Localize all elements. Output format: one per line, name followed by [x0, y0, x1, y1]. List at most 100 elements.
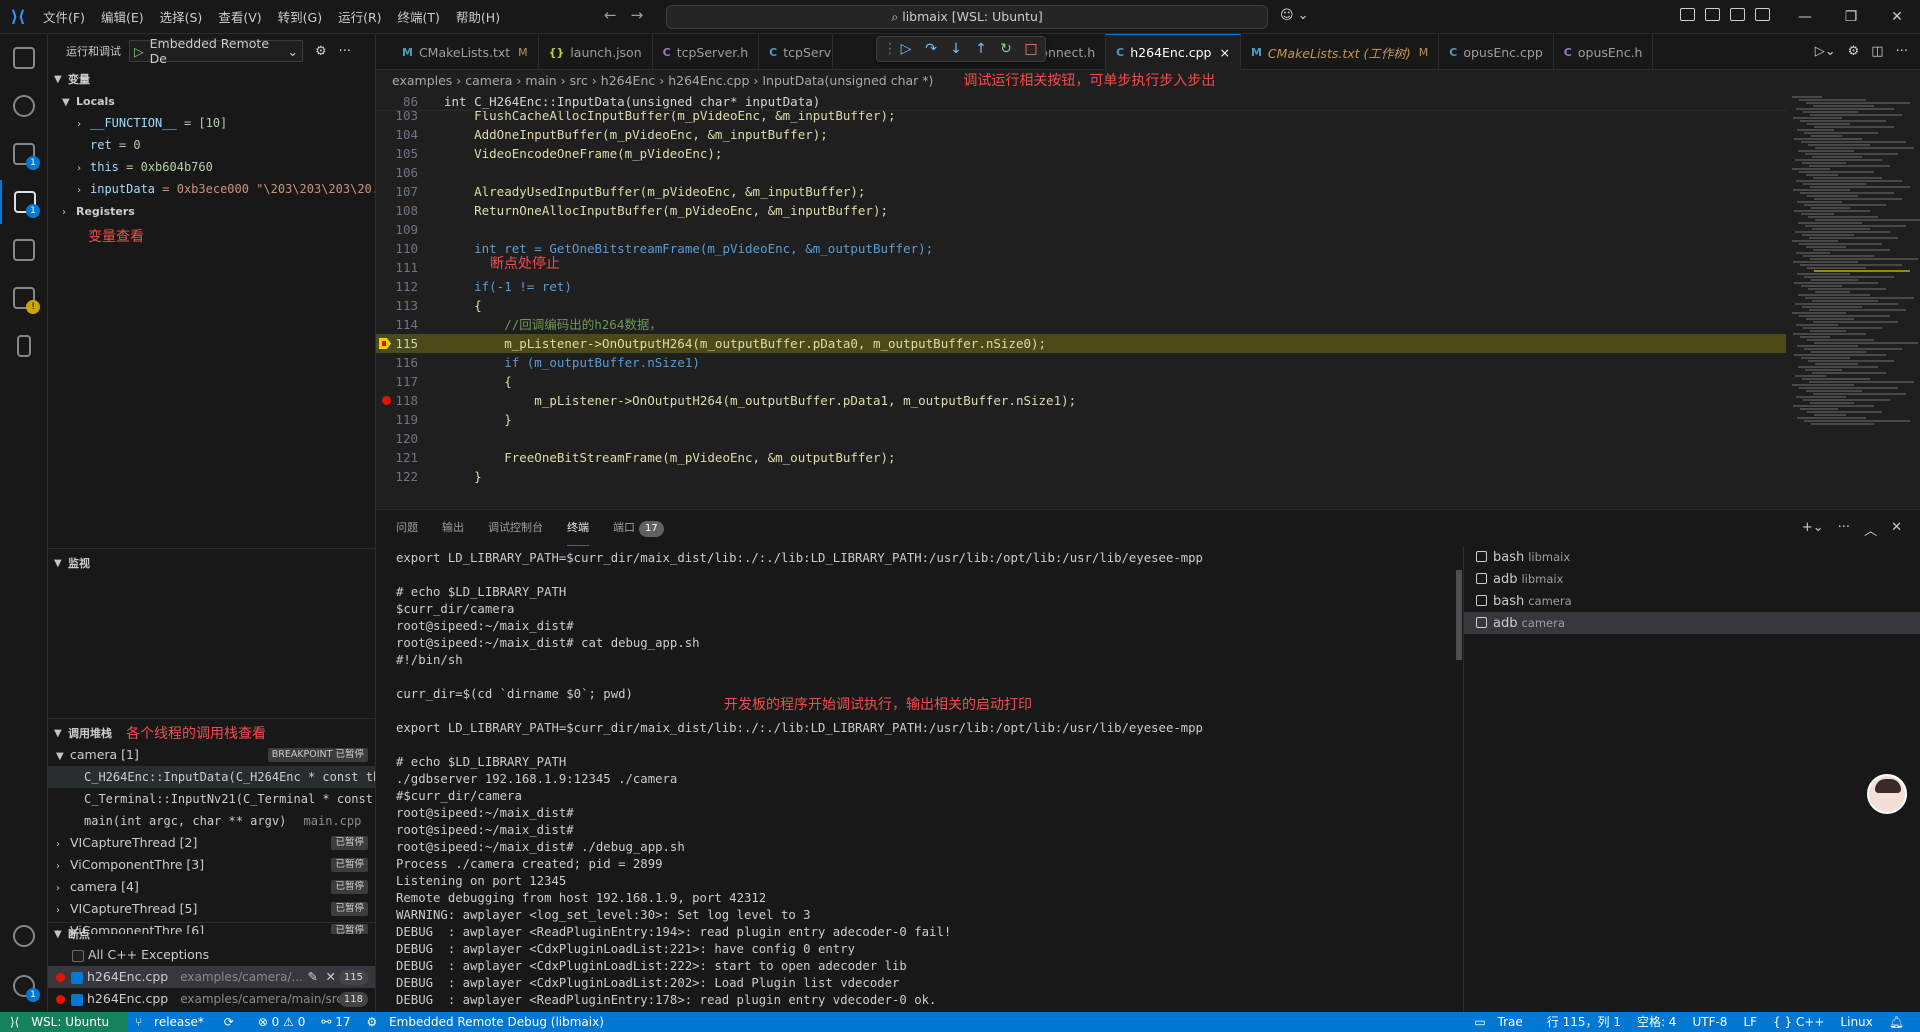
tab-problems[interactable]: 问题 — [396, 510, 418, 546]
toggle-sidebar-icon[interactable] — [1705, 8, 1720, 21]
more-actions-icon[interactable]: ··· — [1838, 520, 1850, 539]
menu-selection[interactable]: 选择(S) — [153, 4, 210, 29]
settings-gear-icon[interactable]: 1 — [0, 964, 48, 1008]
tab-opusenc-h[interactable]: CopusEnc.h — [1554, 34, 1654, 70]
code-line[interactable]: 110 int ret = GetOneBitstreamFrame(m_pVi… — [376, 239, 1786, 258]
code-line[interactable]: 113 { — [376, 296, 1786, 315]
code-line[interactable]: 105 VideoEncodeOneFrame(m_pVideoEnc); — [376, 144, 1786, 163]
encoding[interactable]: UTF-8 — [1684, 1012, 1735, 1032]
close-window-icon[interactable]: ✕ — [1874, 0, 1920, 34]
code-line[interactable]: 108 ReturnOneAllocInputBuffer(m_pVideoEn… — [376, 201, 1786, 220]
notifications-bell-icon[interactable]: 🔔︎ — [1881, 1012, 1912, 1032]
breakpoints-section-header[interactable]: ▼ 断点 — [48, 924, 375, 944]
tab-tcpserver-cpp[interactable]: CtcpServ — [759, 34, 834, 70]
thread-row[interactable]: › camera [4] 已暂停 — [48, 876, 375, 898]
search-view-icon[interactable] — [0, 84, 48, 128]
tab-cmakelists[interactable]: M CMakeLists.txt M — [376, 34, 539, 70]
breadcrumb-path[interactable]: examples › camera › main › src › h264Enc… — [392, 73, 933, 88]
launch-config-select[interactable]: ▷ Embedded Remote De ⌄ — [129, 36, 303, 66]
restore-icon[interactable]: ❐ — [1828, 0, 1874, 34]
code-line[interactable]: 120 — [376, 429, 1786, 448]
thread-row[interactable]: › VICaptureThread [5] 已暂停 — [48, 898, 375, 920]
menu-go[interactable]: 转到(G) — [271, 4, 329, 29]
step-into-icon[interactable]: ↓ — [948, 41, 964, 57]
thread-row[interactable]: › ViComponentThre [3] 已暂停 — [48, 854, 375, 876]
close-panel-icon[interactable]: ✕ — [1891, 520, 1902, 539]
tab-debug-console[interactable]: 调试控制台 — [488, 510, 543, 546]
terminal-item[interactable]: bash libmaix — [1464, 546, 1920, 568]
layout-customize-icon[interactable] — [1680, 8, 1695, 21]
code-line[interactable]: 106 — [376, 163, 1786, 182]
locals-scope[interactable]: ▼ Locals — [48, 90, 375, 112]
stack-frame-row[interactable]: main(int argc, char ** argv) main.cpp — [48, 810, 375, 832]
debug-session-indicator[interactable]: ⚙ Embedded Remote Debug (libmaix) — [358, 1012, 619, 1032]
tab-ports[interactable]: 端口 17 — [613, 510, 664, 546]
sync-icon[interactable]: ⟳ — [216, 1015, 242, 1029]
restart-icon[interactable]: ↻ — [998, 41, 1014, 57]
new-terminal-icon[interactable]: +⌄ — [1802, 520, 1824, 539]
terminal-scrollbar[interactable] — [1456, 570, 1462, 660]
problems-indicator[interactable]: ⊗ 0 ⚠ 0 — [250, 1012, 314, 1032]
drag-handle-icon[interactable]: ⋮ — [883, 41, 897, 57]
thread-row[interactable]: › VICaptureThread [2] 已暂停 — [48, 832, 375, 854]
language-mode[interactable]: { } C++ — [1765, 1012, 1832, 1032]
accounts-icon[interactable] — [0, 914, 48, 958]
start-debug-icon[interactable]: ▷ — [134, 44, 144, 59]
branch-indicator[interactable]: ⑂ release* ⟳ — [127, 1012, 250, 1032]
stop-icon[interactable]: □ — [1023, 41, 1039, 57]
extensions-icon[interactable]: ! — [0, 276, 48, 320]
code-line[interactable]: 104 AddOneInputBuffer(m_pVideoEnc, &m_in… — [376, 125, 1786, 144]
tab-terminal[interactable]: 终端 — [567, 510, 589, 546]
tab-output[interactable]: 输出 — [442, 510, 464, 546]
code-editor[interactable]: 86 int C_H264Enc::InputData(unsigned char… — [376, 92, 1920, 509]
code-line[interactable]: 117 { — [376, 372, 1786, 391]
variable-row[interactable]: › this = 0xb604b760 — [48, 156, 375, 178]
minimize-icon[interactable]: — — [1782, 0, 1828, 34]
code-line[interactable]: 118 m_pListener->OnOutputH264(m_outputBu… — [376, 391, 1786, 410]
back-arrow-icon[interactable]: ← — [604, 6, 617, 24]
registers-scope[interactable]: › Registers — [48, 200, 375, 222]
run-debug-icon[interactable]: 1 — [0, 180, 48, 224]
exception-breakpoint-row[interactable]: All C++ Exceptions — [48, 944, 375, 966]
debug-settings-gear-icon[interactable]: ⚙ — [315, 44, 327, 59]
variable-row[interactable]: ret = 0 — [48, 134, 375, 156]
maximize-panel-icon[interactable]: ︿ — [1864, 520, 1877, 539]
code-line[interactable]: 119 } — [376, 410, 1786, 429]
exception-checkbox[interactable] — [72, 949, 84, 962]
terminal-output[interactable]: export LD_LIBRARY_PATH=$curr_dir/maix_di… — [396, 550, 1456, 1015]
line-ending[interactable]: LF — [1735, 1012, 1765, 1032]
forward-arrow-icon[interactable]: → — [631, 6, 644, 24]
thread-row[interactable]: ▼ camera [1] BREAKPOINT 已暂停 — [48, 744, 375, 766]
breakpoint-checkbox[interactable] — [71, 971, 83, 984]
ports-indicator[interactable]: ⚯ 17 — [313, 1012, 358, 1032]
terminal-item[interactable]: bash camera — [1464, 590, 1920, 612]
breakpoint-checkbox[interactable] — [71, 993, 83, 1006]
source-control-icon[interactable]: 1 — [0, 132, 48, 176]
split-editor-icon[interactable]: ◫ — [1871, 44, 1883, 59]
code-line[interactable]: 114 //回调编码出的h264数据， — [376, 315, 1786, 334]
callstack-section-header[interactable]: ▼ 调用堆栈 各个线程的调用栈查看 — [48, 722, 375, 744]
toggle-secondary-sidebar-icon[interactable] — [1755, 8, 1770, 21]
trae-indicator[interactable]: ▭ Trae — [1466, 1012, 1538, 1032]
menu-view[interactable]: 查看(V) — [211, 4, 268, 29]
toggle-panel-icon[interactable] — [1730, 8, 1745, 21]
command-center-search[interactable]: ⌕ libmaix [WSL: Ubuntu] — [666, 5, 1268, 29]
indentation[interactable]: 空格: 4 — [1629, 1012, 1685, 1032]
breakpoint-row[interactable]: h264Enc.cpp examples/camera/... ✎ ✕ 115 — [48, 966, 375, 988]
terminal-item[interactable]: adb camera — [1464, 612, 1920, 634]
remove-breakpoint-icon[interactable]: ✕ — [326, 966, 336, 988]
stack-frame-row[interactable]: C_H264Enc::InputData(C_H264Enc * const t… — [48, 766, 375, 788]
breakpoint-dot-icon[interactable] — [382, 396, 391, 405]
tab-tcpserver-h[interactable]: CtcpServer.h — [653, 34, 760, 70]
copilot-icon[interactable]: ☺ ⌄ — [1280, 8, 1309, 23]
code-line[interactable]: 116 if (m_outputBuffer.nSize1) — [376, 353, 1786, 372]
variable-row[interactable]: › inputData = 0xb3ece000 "\203\203\203\20… — [48, 178, 375, 200]
breakpoint-row[interactable]: h264Enc.cpp examples/camera/main/src... 1… — [48, 988, 375, 1010]
code-line[interactable]: 111 — [376, 258, 1786, 277]
explorer-icon[interactable] — [0, 36, 48, 80]
code-line[interactable]: 109 — [376, 220, 1786, 239]
menu-file[interactable]: 文件(F) — [36, 4, 92, 29]
step-out-icon[interactable]: ↑ — [973, 41, 989, 57]
edit-breakpoint-icon[interactable]: ✎ — [308, 966, 318, 988]
cursor-position[interactable]: 行 115，列 1 — [1539, 1012, 1629, 1032]
